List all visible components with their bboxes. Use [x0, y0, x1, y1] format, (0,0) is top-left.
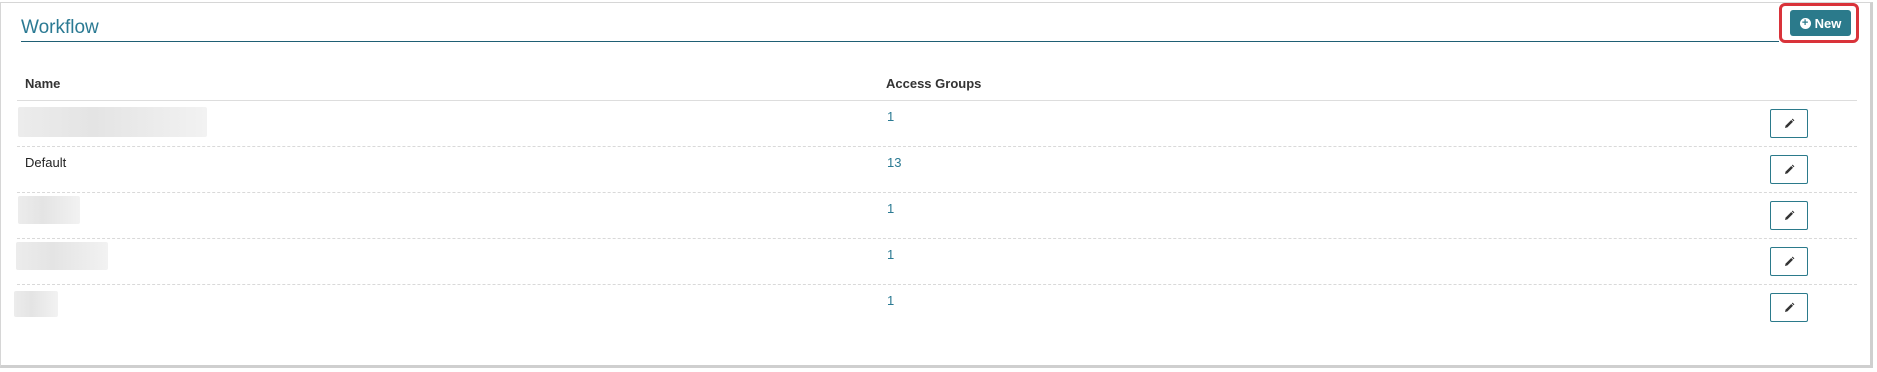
access-groups-count[interactable]: 1 — [887, 293, 894, 308]
page-title: Workflow — [21, 17, 99, 38]
pencil-icon — [1785, 302, 1795, 312]
edit-button[interactable] — [1770, 293, 1808, 322]
new-button-label: New — [1814, 15, 1842, 31]
table-row: 1 — [17, 193, 1857, 239]
new-workflow-button[interactable]: + New — [1790, 10, 1851, 36]
table-row: 1 — [16, 239, 1857, 285]
access-groups-count[interactable]: 1 — [887, 201, 894, 216]
pencil-icon — [1785, 118, 1795, 128]
redacted-name — [18, 196, 80, 224]
access-groups-count[interactable]: 1 — [887, 109, 894, 124]
access-groups-count[interactable]: 1 — [887, 247, 894, 262]
title-divider — [21, 41, 1779, 42]
table-row: Default 13 — [17, 147, 1857, 193]
edit-button[interactable] — [1770, 247, 1808, 276]
redacted-name — [16, 242, 108, 270]
table-row: 1 — [14, 285, 1857, 331]
access-groups-count[interactable]: 13 — [887, 155, 901, 170]
pencil-icon — [1785, 164, 1795, 174]
pencil-icon — [1785, 210, 1795, 220]
column-header-access-groups[interactable]: Access Groups — [886, 76, 981, 91]
table-row: 1 — [17, 101, 1857, 147]
edit-button[interactable] — [1770, 109, 1808, 138]
redacted-name — [14, 291, 58, 317]
pencil-icon — [1785, 256, 1795, 266]
edit-button[interactable] — [1770, 201, 1808, 230]
plus-circle-icon: + — [1799, 17, 1811, 29]
column-header-name[interactable]: Name — [25, 76, 60, 91]
redacted-name — [18, 107, 207, 137]
workflow-name[interactable]: Default — [25, 155, 66, 170]
edit-button[interactable] — [1770, 155, 1808, 184]
